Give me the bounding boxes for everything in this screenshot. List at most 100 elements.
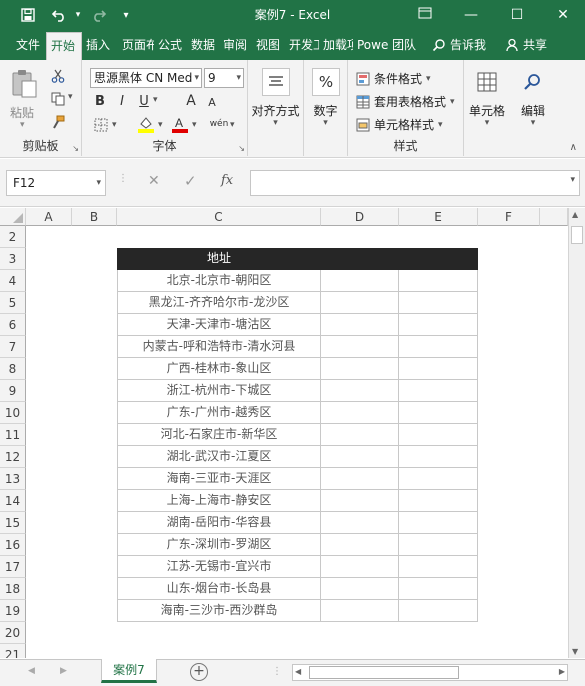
tell-me-box[interactable]: 告诉我 [428,30,502,60]
tab-review[interactable]: 审阅 [219,30,252,60]
tab-addins[interactable]: 加载项 [319,30,353,60]
alignment-group[interactable]: 对齐方式 ▾ [248,60,304,156]
scroll-left-icon[interactable]: ◀ [295,667,301,676]
cell-styles-button[interactable]: 单元格样式 ▾ [356,116,443,133]
add-sheet-button[interactable]: + [190,663,208,681]
table-cell[interactable] [321,446,399,468]
bold-button[interactable]: B [92,92,108,110]
worksheet-grid[interactable]: A B C D E F 2 3 4 5 6 7 8 9 10 11 12 13 14 15 16 17 18 19… [0,208,568,658]
table-cell[interactable] [399,358,478,380]
table-cell[interactable] [321,512,399,534]
underline-button[interactable]: U [136,92,152,110]
address-cell[interactable]: 海南-三亚市-天涯区 [117,468,321,490]
table-cell[interactable] [399,402,478,424]
paste-label[interactable]: 粘贴 [10,104,34,121]
address-cell[interactable]: 山东-烟台市-长岛县 [117,578,321,600]
table-cell[interactable] [321,468,399,490]
address-cell[interactable]: 天津-天津市-塘沽区 [117,314,321,336]
address-cell[interactable]: 湖北-武汉市-江夏区 [117,446,321,468]
row-header[interactable]: 12 [0,446,26,468]
tab-file[interactable]: 文件 [0,30,46,60]
close-button[interactable]: ✕ [540,0,585,30]
row-header[interactable]: 4 [0,270,26,292]
table-cell[interactable] [321,534,399,556]
address-cell[interactable]: 内蒙古-呼和浩特市-清水河县 [117,336,321,358]
row-header[interactable]: 16 [0,534,26,556]
insert-function-icon[interactable]: fx [221,173,233,188]
table-cell[interactable] [321,336,399,358]
table-cell[interactable] [399,380,478,402]
table-cell[interactable] [399,578,478,600]
table-cell[interactable] [399,292,478,314]
paste-dropdown-icon[interactable]: ▾ [20,120,25,130]
dialog-launcher-icon[interactable]: ↘ [72,144,79,153]
table-cell[interactable] [321,600,399,622]
borders-icon[interactable] [92,116,110,134]
column-header[interactable]: C [117,208,321,226]
minimize-button[interactable]: — [448,0,494,30]
row-header[interactable]: 3 [0,248,26,270]
table-cell[interactable] [399,468,478,490]
table-cell[interactable] [321,380,399,402]
table-cell[interactable] [399,336,478,358]
row-header[interactable]: 20 [0,622,26,644]
column-header[interactable]: D [321,208,399,226]
phonetic-dropdown-icon[interactable]: ▾ [230,120,235,130]
tab-formulas[interactable]: 公式 [154,30,187,60]
scroll-down-icon[interactable]: ▼ [572,647,578,656]
address-cell[interactable]: 浙江-杭州市-下城区 [117,380,321,402]
address-cell[interactable]: 湖南-岳阳市-华容县 [117,512,321,534]
font-size-select[interactable]: 9 ▾ [204,68,244,88]
row-header[interactable]: 18 [0,578,26,600]
increase-font-button[interactable]: A [182,92,200,110]
ribbon-options-icon[interactable] [402,0,448,30]
collapse-ribbon-icon[interactable]: ∧ [570,142,577,153]
phonetic-button[interactable]: wén [208,114,230,134]
column-header[interactable]: B [72,208,117,226]
share-button[interactable]: 共享 [502,30,553,60]
row-header[interactable]: 13 [0,468,26,490]
row-header[interactable]: 2 [0,226,26,248]
paste-icon[interactable] [6,66,42,102]
editing-group[interactable]: 编辑 ▾ [510,60,556,156]
column-header[interactable]: E [399,208,478,226]
fill-color-icon[interactable] [136,114,156,134]
format-as-table-button[interactable]: 套用表格格式 ▾ [356,93,455,110]
expand-formula-icon[interactable]: ▾ [570,175,575,185]
tab-page-layout[interactable]: 页面布 [118,30,154,60]
address-cell[interactable]: 上海-上海市-静安区 [117,490,321,512]
address-cell[interactable]: 江苏-无锡市-宜兴市 [117,556,321,578]
conditional-formatting-button[interactable]: 条件格式 ▾ [356,70,431,87]
row-header[interactable]: 21 [0,644,26,658]
row-header[interactable]: 6 [0,314,26,336]
decrease-font-button[interactable]: A [204,94,220,110]
row-header[interactable]: 17 [0,556,26,578]
row-header[interactable]: 8 [0,358,26,380]
table-cell[interactable] [399,314,478,336]
tab-data[interactable]: 数据 [187,30,219,60]
row-header[interactable]: 9 [0,380,26,402]
column-header[interactable]: A [26,208,72,226]
table-cell[interactable] [399,556,478,578]
font-color-icon[interactable]: A [170,114,190,134]
address-cell[interactable]: 广西-桂林市-象山区 [117,358,321,380]
horizontal-scroll-thumb[interactable] [309,666,459,679]
scroll-up-icon[interactable]: ▲ [572,210,578,219]
table-cell[interactable] [399,424,478,446]
select-all-corner[interactable] [0,208,26,226]
table-cell[interactable] [321,424,399,446]
font-name-select[interactable]: 思源黑体 CN Med ▾ [90,68,202,88]
cut-icon[interactable] [50,68,66,84]
font-color-dropdown-icon[interactable]: ▾ [192,120,197,130]
horizontal-scrollbar[interactable]: ◀ ▶ [292,664,568,681]
enter-icon[interactable]: ✓ [184,172,197,190]
table-cell[interactable] [321,314,399,336]
scroll-tabs-left-icon[interactable]: ◀ [28,666,35,676]
scroll-tabs-right-icon[interactable]: ▶ [60,666,67,676]
row-header[interactable]: 19 [0,600,26,622]
row-header[interactable]: 7 [0,336,26,358]
italic-button[interactable]: I [114,92,130,110]
formula-input[interactable]: ▾ [250,170,580,196]
table-cell[interactable] [399,490,478,512]
tab-developer[interactable]: 开发工 [285,30,319,60]
